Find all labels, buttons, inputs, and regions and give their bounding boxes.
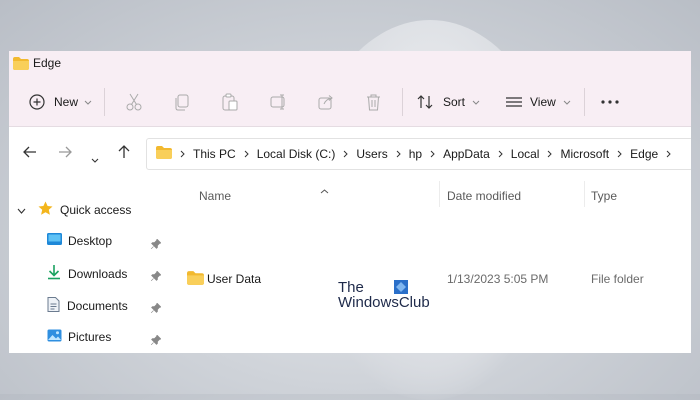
- navigation-pane: Quick access Desktop Downloads Documents: [9, 177, 169, 353]
- delete-button[interactable]: [366, 78, 381, 126]
- recent-locations-chevron-icon[interactable]: [91, 150, 99, 168]
- breadcrumb-chevron-icon: [343, 147, 349, 161]
- desktop-label: Desktop: [68, 233, 113, 248]
- breadcrumb-chevron-icon: [244, 147, 249, 161]
- command-bar: New Sort View: [9, 78, 691, 127]
- breadcrumb-local[interactable]: Local: [511, 147, 540, 161]
- sort-button[interactable]: Sort: [417, 78, 480, 126]
- pin-icon[interactable]: [150, 268, 162, 286]
- pin-icon[interactable]: [150, 332, 162, 350]
- plus-circle-icon: [29, 94, 45, 110]
- file-date-modified: 1/13/2023 5:05 PM: [447, 272, 549, 286]
- quick-access-label: Quick access: [60, 203, 132, 217]
- breadcrumb-chevron-icon: [180, 147, 185, 161]
- forward-arrow-icon[interactable]: [58, 145, 72, 164]
- breadcrumb-chevron-icon: [396, 147, 401, 161]
- paste-icon: [222, 93, 238, 111]
- pin-icon[interactable]: [150, 300, 162, 318]
- toolbar-divider: [402, 88, 403, 116]
- breadcrumb-chevron-icon: [547, 147, 553, 161]
- address-bar[interactable]: This PC Local Disk (C:) Users hp AppData…: [146, 138, 691, 170]
- rename-button[interactable]: [270, 78, 288, 126]
- watermark-line1: The: [338, 279, 364, 296]
- view-label: View: [530, 95, 556, 109]
- delete-icon: [366, 94, 381, 111]
- column-divider[interactable]: [439, 181, 440, 207]
- watermark-logo: The WindowsClub: [338, 280, 430, 310]
- copy-button[interactable]: [175, 78, 189, 126]
- breadcrumb-appdata[interactable]: AppData: [443, 147, 490, 161]
- documents-label: Documents: [67, 299, 128, 313]
- new-button[interactable]: New: [29, 78, 92, 126]
- nav-item-quick-access[interactable]: Quick access: [17, 201, 131, 219]
- paste-button[interactable]: [222, 78, 238, 126]
- column-divider[interactable]: [584, 181, 585, 207]
- nav-item-pictures[interactable]: Pictures: [47, 329, 111, 345]
- column-header-date-modified[interactable]: Date modified: [447, 189, 521, 203]
- sort-label: Sort: [443, 95, 466, 109]
- up-arrow-icon[interactable]: [117, 145, 131, 164]
- pin-icon[interactable]: [150, 236, 162, 254]
- nav-item-downloads[interactable]: Downloads: [47, 265, 127, 283]
- nav-item-desktop[interactable]: Desktop: [47, 233, 112, 248]
- folder-icon: [156, 146, 172, 162]
- back-arrow-icon[interactable]: [23, 145, 37, 164]
- sort-ascending-chevron-icon: [320, 181, 329, 199]
- breadcrumb-local-disk[interactable]: Local Disk (C:): [257, 147, 336, 161]
- watermark-line2: WindowsClub: [338, 294, 430, 311]
- file-explorer-window: Edge New Sort View This PC Local Disk (C…: [9, 51, 691, 353]
- breadcrumb-this-pc[interactable]: This PC: [193, 147, 236, 161]
- chevron-down-icon: [17, 203, 26, 217]
- folder-icon: [187, 271, 204, 288]
- breadcrumb-chevron-icon: [617, 147, 622, 161]
- rename-icon: [270, 94, 288, 110]
- breadcrumb-chevron-icon: [498, 147, 503, 161]
- documents-icon: [47, 297, 60, 315]
- share-button[interactable]: [318, 78, 334, 126]
- view-button[interactable]: View: [506, 78, 571, 126]
- copy-icon: [175, 94, 189, 111]
- column-header-name[interactable]: Name: [199, 189, 231, 203]
- breadcrumb-chevron-icon: [430, 147, 435, 161]
- more-options-button[interactable]: [601, 78, 619, 126]
- pictures-icon: [47, 329, 62, 345]
- view-list-icon: [506, 96, 522, 108]
- file-type: File folder: [591, 272, 644, 286]
- window-title: Edge: [33, 56, 62, 70]
- breadcrumb-chevron-icon: [666, 147, 671, 161]
- nav-item-documents[interactable]: Documents: [47, 297, 128, 315]
- pictures-label: Pictures: [68, 330, 112, 344]
- chevron-down-icon: [472, 100, 480, 105]
- downloads-label: Downloads: [68, 267, 128, 281]
- breadcrumb-hp[interactable]: hp: [409, 147, 422, 161]
- file-name: User Data: [207, 272, 262, 286]
- folder-icon: [13, 57, 29, 75]
- cut-button[interactable]: [126, 78, 142, 126]
- cut-icon: [126, 93, 142, 111]
- more-icon: [601, 100, 619, 104]
- breadcrumb-users[interactable]: Users: [356, 147, 387, 161]
- column-header-type[interactable]: Type: [591, 189, 617, 203]
- breadcrumb-microsoft[interactable]: Microsoft: [560, 147, 609, 161]
- toolbar-divider: [584, 88, 585, 116]
- title-bar: Edge: [9, 51, 691, 78]
- address-bar-row: This PC Local Disk (C:) Users hp AppData…: [9, 127, 691, 177]
- chevron-down-icon: [563, 100, 571, 105]
- chevron-down-icon: [84, 100, 92, 105]
- table-row[interactable]: User Data 1/13/2023 5:05 PM File folder: [169, 270, 691, 292]
- new-label: New: [54, 95, 79, 109]
- breadcrumb-edge[interactable]: Edge: [630, 147, 658, 161]
- desktop-icon: [47, 233, 62, 248]
- toolbar-divider: [104, 88, 105, 116]
- downloads-icon: [47, 265, 61, 283]
- file-list-pane: Name Date modified Type User Data 1/13/2…: [169, 177, 691, 353]
- sort-icon: [417, 94, 435, 110]
- share-icon: [318, 94, 334, 110]
- windows-logo-icon: [393, 280, 408, 294]
- star-icon: [38, 201, 53, 219]
